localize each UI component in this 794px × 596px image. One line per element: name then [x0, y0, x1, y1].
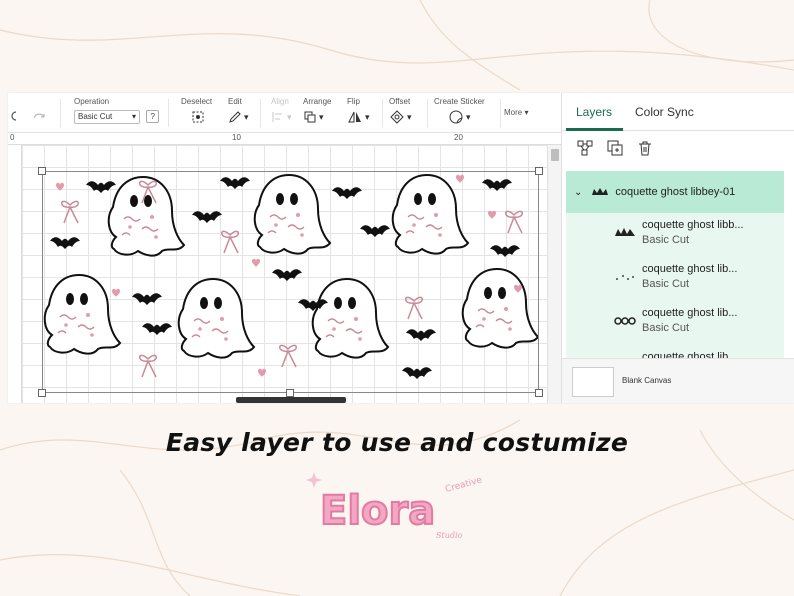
arrange-group[interactable]: Arrange ▾ — [303, 97, 331, 126]
edit-label: Edit — [228, 97, 242, 106]
selection-bounding-box — [42, 171, 539, 393]
canvas-grid[interactable] — [22, 145, 547, 403]
more-label: More — [504, 108, 523, 117]
resize-handle[interactable] — [535, 389, 543, 397]
offset-icon — [390, 110, 404, 124]
logo-subtext: Creative — [444, 475, 483, 495]
ruler-vertical — [8, 145, 22, 403]
layer-thumbnail-icon — [616, 275, 634, 280]
create-sticker-label: Create Sticker — [434, 97, 485, 106]
align-group: Align ▾ — [271, 97, 292, 126]
logo-text: Elora — [320, 488, 435, 534]
chevron-down-icon: ▾ — [319, 111, 324, 122]
vertical-scrollbar[interactable] — [547, 145, 561, 403]
layer-group-row[interactable]: ⌄ coquette ghost libbey-01 — [566, 171, 784, 213]
more-menu[interactable]: More ▾ — [504, 108, 528, 117]
operation-help-button[interactable]: ? — [146, 110, 160, 123]
resize-handle[interactable] — [38, 389, 46, 397]
flip-group[interactable]: Flip ▾ — [347, 97, 370, 126]
deselect-group[interactable]: Deselect — [181, 97, 212, 126]
align-label: Align — [271, 97, 289, 106]
layer-thumbnail-icon — [614, 317, 636, 325]
group-name: coquette ghost libbey-01 — [615, 186, 736, 198]
chevron-down-icon: ▾ — [524, 108, 529, 117]
delete-button[interactable] — [636, 139, 654, 157]
layer-name: coquette ghost libb... — [642, 219, 744, 231]
elora-logo: Elora Creative Studio — [306, 472, 484, 540]
design-space-window: Operation Basic Cut ? Deselect Edit ▾ Al… — [8, 93, 794, 403]
deselect-label: Deselect — [181, 97, 213, 106]
sticker-icon — [449, 110, 463, 124]
layer-operation: Basic Cut — [642, 278, 690, 290]
resize-handle[interactable] — [38, 167, 46, 175]
edit-toolbar: Operation Basic Cut ? Deselect Edit ▾ Al… — [8, 93, 561, 133]
chevron-down-icon: ▾ — [365, 111, 370, 122]
duplicate-button[interactable] — [606, 139, 624, 157]
list-item[interactable]: coquette ghost lib... Basic Cut — [566, 259, 784, 303]
group-icon — [577, 140, 593, 156]
logo-tag: Studio — [436, 531, 463, 540]
panel-tabs: Layers Color Sync — [562, 93, 794, 131]
list-item[interactable]: coquette ghost libb... Basic Cut — [566, 215, 784, 259]
align-icon — [272, 112, 282, 122]
layer-name: coquette ghost lib... — [642, 307, 738, 319]
group-thumbnail-icon — [592, 188, 609, 195]
layers-panel: Layers Color Sync ⌄ coquette ghost libbe… — [561, 93, 794, 403]
chevron-down-icon: ▾ — [407, 111, 412, 122]
operation-group: Operation Basic Cut ? — [74, 97, 160, 124]
arrange-label: Arrange — [303, 97, 332, 106]
chevron-down-icon: ▾ — [244, 111, 249, 122]
ruler-mark: 10 — [232, 133, 241, 142]
undo-redo-icons[interactable] — [8, 109, 48, 123]
list-item[interactable]: coquette ghost lib... Basic Cut — [566, 303, 784, 347]
chevron-down-icon: ▾ — [287, 111, 292, 122]
operation-label: Operation — [74, 97, 110, 106]
scroll-thumb[interactable] — [551, 149, 559, 161]
create-sticker-group[interactable]: Create Sticker ▾ — [434, 97, 485, 126]
layer-list: coquette ghost libb... Basic Cut coquett… — [566, 213, 784, 363]
tab-color-sync[interactable]: Color Sync — [635, 105, 694, 119]
layer-thumbnail-icon — [615, 228, 635, 236]
edit-group[interactable]: Edit ▾ — [228, 97, 249, 126]
chevron-down-icon[interactable]: ⌄ — [574, 187, 582, 198]
ruler-mark: 20 — [454, 133, 463, 142]
flip-label: Flip — [347, 97, 360, 106]
active-tab-indicator — [566, 128, 623, 131]
layer-operation: Basic Cut — [642, 234, 690, 246]
caption-text: Easy layer to use and costumize — [165, 428, 629, 457]
ruler-horizontal: 0 10 20 — [8, 133, 561, 145]
offset-group[interactable]: Offset ▾ — [389, 97, 412, 126]
layer-actions — [576, 139, 654, 157]
flip-icon — [348, 111, 361, 123]
arrange-icon — [304, 111, 316, 123]
group-button[interactable] — [576, 139, 594, 157]
resize-handle[interactable] — [535, 167, 543, 175]
horizontal-scrollbar[interactable] — [236, 397, 346, 403]
blank-canvas-label: Blank Canvas — [622, 376, 672, 385]
layer-operation: Basic Cut — [642, 322, 690, 334]
tab-layers[interactable]: Layers — [576, 105, 612, 119]
layer-name: coquette ghost lib... — [642, 263, 738, 275]
duplicate-icon — [607, 140, 623, 156]
offset-label: Offset — [389, 97, 411, 106]
resize-handle[interactable] — [286, 389, 294, 397]
chevron-down-icon: ▾ — [466, 111, 471, 122]
trash-icon — [639, 141, 651, 156]
ruler-mark: 0 — [10, 133, 15, 142]
blank-canvas-row[interactable]: Blank Canvas — [562, 358, 794, 403]
blank-canvas-swatch[interactable] — [572, 367, 614, 397]
deselect-icon — [192, 111, 204, 123]
operation-select[interactable]: Basic Cut — [74, 110, 140, 124]
pencil-icon — [229, 111, 241, 123]
